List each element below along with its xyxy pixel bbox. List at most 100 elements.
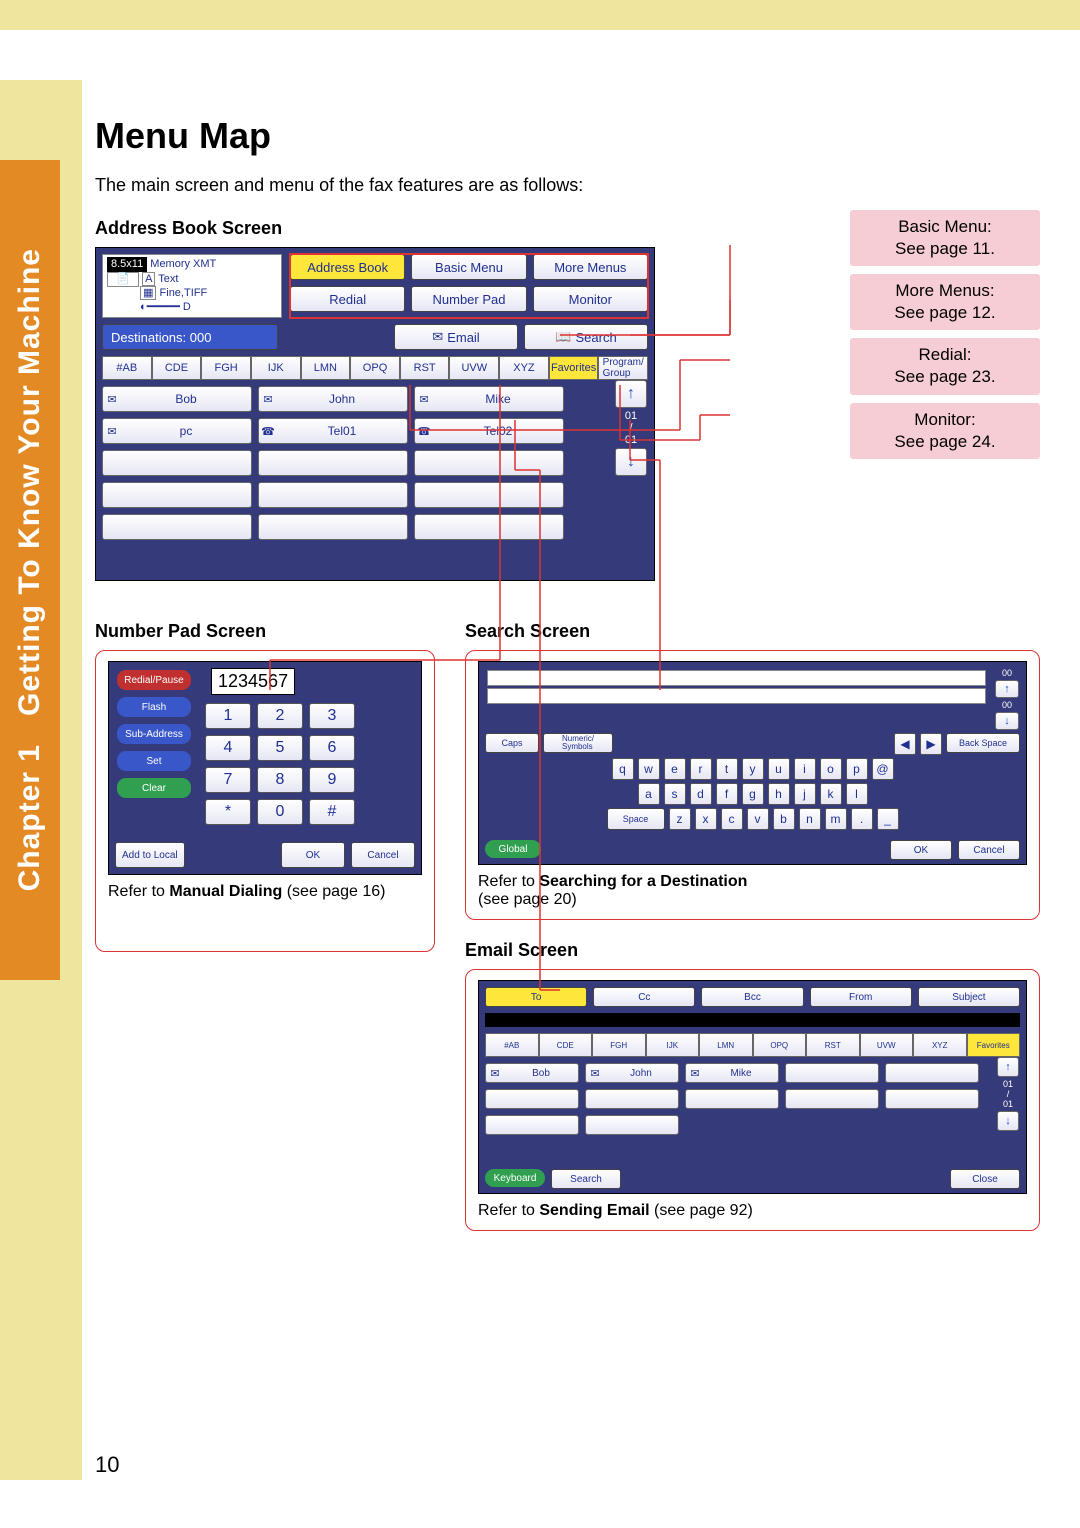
ref-basic-menu: Basic Menu: See page 11. [850, 210, 1040, 266]
scroll-controls: ↑ 01/01 ↓ [614, 380, 648, 540]
keyboard-button[interactable]: Keyboard [485, 1169, 545, 1187]
numeric-symbols-button[interactable]: Numeric/ Symbols [543, 733, 613, 753]
tab-uvw[interactable]: UVW [449, 356, 499, 380]
tab-program-group[interactable]: Program/ Group [598, 356, 648, 380]
page-number: 10 [95, 1452, 119, 1478]
key-star[interactable]: * [205, 799, 251, 825]
email-search-button[interactable]: Search [551, 1169, 621, 1189]
key-9[interactable]: 9 [309, 767, 355, 793]
keypad: 1 2 3 4 5 6 7 8 9 * 0 # [205, 703, 415, 825]
entry-john[interactable]: ✉John [258, 386, 408, 412]
key-2[interactable]: 2 [257, 703, 303, 729]
clear-button[interactable]: Clear [117, 778, 191, 798]
tab-ab[interactable]: #AB [102, 356, 152, 380]
status-panel: 8.5x11 Memory XMT 📄 A Text ▦ Fine,TIFF ◐… [102, 254, 282, 318]
key-5[interactable]: 5 [257, 735, 303, 761]
right-arrow-button[interactable]: ▶ [920, 733, 942, 755]
basic-menu-button[interactable]: Basic Menu [411, 254, 526, 280]
number-pad-label: Number Pad Screen [95, 621, 435, 642]
tab-xyz[interactable]: XYZ [499, 356, 549, 380]
cancel-button[interactable]: Cancel [351, 842, 415, 868]
search-ok-button[interactable]: OK [890, 840, 952, 860]
side-buttons: Redial/Pause Flash Sub-Address Set Clear [117, 670, 191, 798]
global-button[interactable]: Global [485, 840, 541, 858]
more-menus-button[interactable]: More Menus [533, 254, 648, 280]
destinations-display: Destinations: 000 [102, 324, 278, 350]
keyboard-row-3: Space zxcvbnm._ [485, 808, 1020, 830]
reference-callouts: Basic Menu: See page 11. More Menus: See… [850, 210, 1040, 467]
search-callout: 00 ↑ 00 ↓ Caps Numeric/ Symbols ◀ ▶ [465, 650, 1040, 920]
email-label: Email Screen [465, 940, 1040, 961]
email-field[interactable] [485, 1013, 1020, 1027]
redial-button[interactable]: Redial [290, 286, 405, 312]
ok-button[interactable]: OK [281, 842, 345, 868]
set-button[interactable]: Set [117, 751, 191, 771]
backspace-button[interactable]: Back Space [946, 733, 1020, 753]
scroll-up-button[interactable]: ↑ [615, 380, 647, 408]
tab-fgh[interactable]: FGH [201, 356, 251, 380]
email-tabs: #ABCDEFGHIJKLMNOPQRSTUVWXYZFavorites [485, 1033, 1020, 1057]
entry-blank [102, 450, 252, 476]
search-input-1[interactable] [487, 670, 986, 686]
paper-size: 8.5x11 [107, 257, 147, 272]
number-pad-screen: Redial/Pause Flash Sub-Address Set Clear… [108, 661, 422, 875]
tab-ijk[interactable]: IJK [251, 356, 301, 380]
search-button[interactable]: 📖 Search [524, 324, 648, 350]
tab-cde[interactable]: CDE [152, 356, 202, 380]
search-label: Search Screen [465, 621, 1040, 642]
key-4[interactable]: 4 [205, 735, 251, 761]
top-button-group: Address Book Basic Menu More Menus Redia… [290, 254, 648, 318]
redial-pause-button[interactable]: Redial/Pause [117, 670, 191, 690]
number-pad-button[interactable]: Number Pad [411, 286, 526, 312]
email-button[interactable]: ✉ Email [394, 324, 518, 350]
entry-mike[interactable]: ✉Mike [414, 386, 564, 412]
key-7[interactable]: 7 [205, 767, 251, 793]
space-button[interactable]: Space [607, 808, 665, 830]
search-input-2[interactable] [487, 688, 986, 704]
ref-more-menus: More Menus: See page 12. [850, 274, 1040, 330]
subject-button[interactable]: Subject [918, 987, 1020, 1007]
bcc-button[interactable]: Bcc [701, 987, 803, 1007]
tab-rst[interactable]: RST [400, 356, 450, 380]
key-3[interactable]: 3 [309, 703, 355, 729]
monitor-button[interactable]: Monitor [533, 286, 648, 312]
address-book-screen: 8.5x11 Memory XMT 📄 A Text ▦ Fine,TIFF ◐… [95, 247, 655, 581]
chapter-tab: Chapter 1 Getting To Know Your Machine [0, 160, 60, 980]
tab-lmn[interactable]: LMN [301, 356, 351, 380]
key-6[interactable]: 6 [309, 735, 355, 761]
search-screen: 00 ↑ 00 ↓ Caps Numeric/ Symbols ◀ ▶ [478, 661, 1027, 865]
key-0[interactable]: 0 [257, 799, 303, 825]
address-book-button[interactable]: Address Book [290, 254, 405, 280]
scroll-position: 01/01 [625, 410, 637, 446]
entry-tel02[interactable]: ☎Tel02 [414, 418, 564, 444]
address-book-section: Address Book Screen 8.5x11 Memory XMT 📄 … [95, 218, 655, 581]
key-hash[interactable]: # [309, 799, 355, 825]
add-to-local-button[interactable]: Add to Local [115, 842, 185, 868]
cc-button[interactable]: Cc [593, 987, 695, 1007]
ref-monitor: Monitor: See page 24. [850, 403, 1040, 459]
search-scroll: 00 ↑ 00 ↓ [994, 668, 1020, 730]
search-caption: Refer to Searching for a Destination (se… [478, 873, 1027, 909]
sub-address-button[interactable]: Sub-Address [117, 724, 191, 744]
entry-bob[interactable]: ✉Bob [102, 386, 252, 412]
key-8[interactable]: 8 [257, 767, 303, 793]
flash-button[interactable]: Flash [117, 697, 191, 717]
entry-tel01[interactable]: ☎Tel01 [258, 418, 408, 444]
content-area: Menu Map The main screen and menu of the… [95, 115, 1040, 1231]
number-pad-section: Number Pad Screen Redial/Pause Flash Sub… [95, 621, 435, 1231]
left-arrow-button[interactable]: ◀ [894, 733, 916, 755]
to-button[interactable]: To [485, 987, 587, 1007]
from-button[interactable]: From [810, 987, 912, 1007]
caps-button[interactable]: Caps [485, 733, 539, 753]
scroll-down-button[interactable]: ↓ [615, 448, 647, 476]
address-book-label: Address Book Screen [95, 218, 655, 239]
scroll-up-icon[interactable]: ↑ [995, 680, 1019, 698]
scroll-down-icon[interactable]: ↓ [995, 712, 1019, 730]
lower-sections: Number Pad Screen Redial/Pause Flash Sub… [95, 621, 1040, 1231]
entry-pc[interactable]: ✉pc [102, 418, 252, 444]
tab-opq[interactable]: OPQ [350, 356, 400, 380]
search-cancel-button[interactable]: Cancel [958, 840, 1020, 860]
tab-favorites[interactable]: Favorites [549, 356, 599, 380]
key-1[interactable]: 1 [205, 703, 251, 729]
close-button[interactable]: Close [950, 1169, 1020, 1189]
